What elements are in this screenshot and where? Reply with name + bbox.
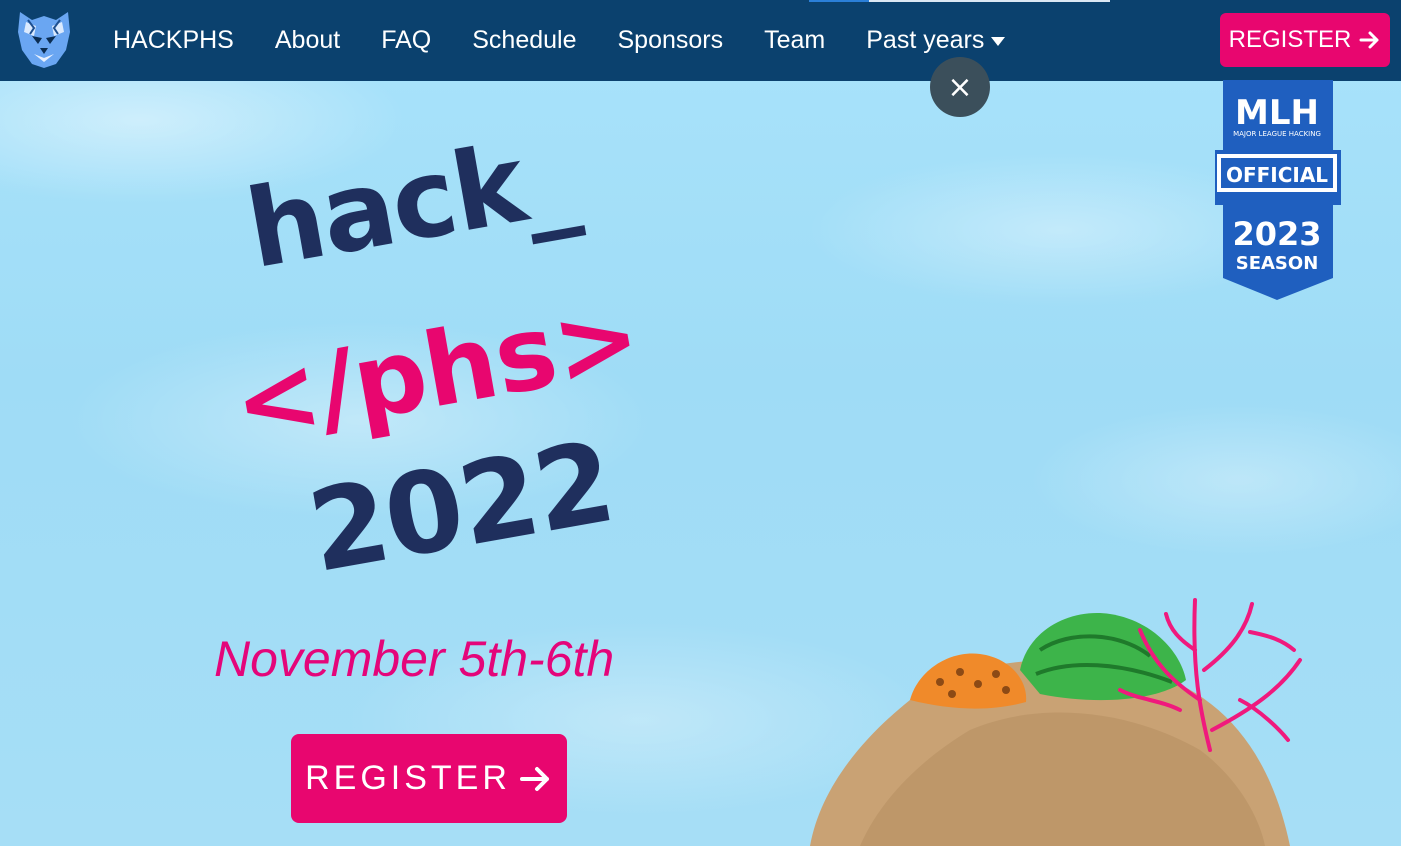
- mlh-logo-text: MLH: [1235, 93, 1319, 133]
- nav-item-faq[interactable]: FAQ: [381, 22, 431, 58]
- event-date: November 5th-6th: [214, 631, 615, 687]
- arrow-right-icon: [1359, 31, 1379, 49]
- mlh-ribbon-text: OFFICIAL: [1226, 163, 1328, 187]
- nav-item-hackphs[interactable]: HACKPHS: [113, 22, 234, 58]
- mlh-season: SEASON: [1236, 253, 1319, 274]
- nav-dropdown-past-years[interactable]: Past years: [866, 22, 1006, 58]
- nav-indicator-track: [869, 0, 1110, 2]
- nav-dropdown-label: Past years: [866, 26, 985, 54]
- close-button[interactable]: ×: [930, 57, 990, 117]
- caret-down-icon: [991, 36, 1006, 46]
- top-navbar: HACKPHS About FAQ Schedule Sponsors Team…: [0, 0, 1401, 81]
- coral-reef-illustration: [810, 598, 1302, 846]
- nav-indicator: [809, 0, 869, 2]
- nav-item-team[interactable]: Team: [764, 22, 825, 58]
- register-button-hero[interactable]: REGISTER: [291, 734, 567, 823]
- tiger-logo-icon[interactable]: [12, 6, 76, 70]
- register-label: REGISTER: [1228, 26, 1352, 53]
- mlh-year: 2023: [1232, 215, 1321, 253]
- close-icon: ×: [947, 69, 973, 105]
- main-nav: HACKPHS About FAQ Schedule Sponsors Team…: [113, 22, 1046, 58]
- nav-item-about[interactable]: About: [275, 22, 340, 58]
- register-label: REGISTER: [305, 759, 511, 797]
- register-button-header[interactable]: REGISTER: [1220, 13, 1390, 67]
- nav-item-schedule[interactable]: Schedule: [472, 22, 576, 58]
- mlh-badge[interactable]: MLH MAJOR LEAGUE HACKING OFFICIAL 2023 S…: [1213, 80, 1341, 302]
- nav-item-sponsors[interactable]: Sponsors: [617, 22, 723, 58]
- mlh-subtitle: MAJOR LEAGUE HACKING: [1233, 130, 1321, 138]
- arrow-right-icon: [519, 766, 549, 791]
